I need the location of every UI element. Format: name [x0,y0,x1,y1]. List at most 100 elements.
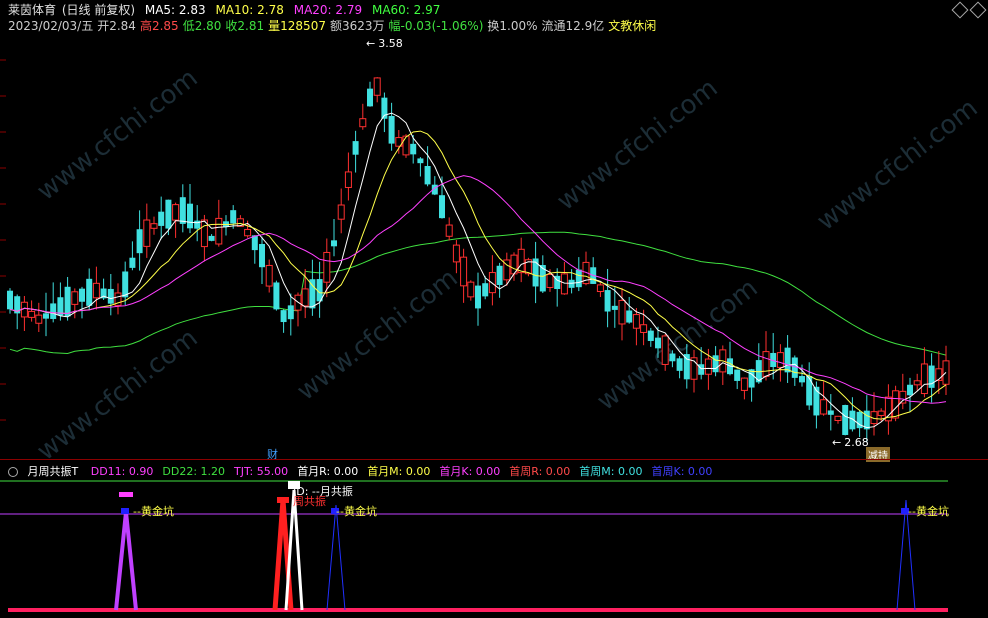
panel-divider [0,459,988,460]
weekly-k-spike [326,504,346,611]
candle-down [647,330,654,341]
candle-down [734,369,741,381]
candle-up [596,284,604,292]
candle-up [877,410,885,416]
high-price-mark: ← 3.58 [366,37,403,50]
candle-up [402,135,410,156]
candle-down [129,257,136,268]
candle-up [834,415,842,422]
candle-down [165,199,172,229]
candle-down [626,310,633,323]
candle-up [337,204,345,220]
candle-up [618,299,626,325]
candle-down [907,384,913,396]
candle-down [43,313,49,319]
ma5-line [9,112,947,429]
candle-down [280,310,287,323]
week-resonance-label: 周共振 [293,495,326,508]
candlestick-chart[interactable] [0,0,988,618]
candle-down [683,354,690,380]
candle-down [64,286,71,317]
candle-up [467,281,475,298]
candle-up [546,274,554,288]
candle-down [842,405,849,435]
candle-down [122,271,129,298]
indicator-param: 首周M: 0.00 [579,465,643,478]
indicator-param: TJT: 55.00 [234,465,289,478]
candle-up [215,217,223,245]
gold-pit-label-2: --黄金坑 [336,505,377,518]
candle-up [913,380,921,386]
candle-up [517,248,525,274]
indicator-header: 月周共振T DD11: 0.90 DD22: 1.20 TJT: 55.00 首月R:… [8,463,730,479]
candle-down [208,235,215,241]
candle-up [762,351,770,377]
candle-down [410,143,417,155]
candle-down [388,116,395,144]
candle-down [223,221,229,227]
settings-icon[interactable] [8,467,18,477]
candle-up [301,288,309,307]
candle-up [632,314,640,329]
candle-down [655,337,661,349]
candle-up [899,390,907,404]
candle-up [661,335,669,365]
candle-up [323,251,331,283]
candle-up [445,224,453,237]
candle-down [273,282,280,310]
candle-up [200,219,208,248]
candle-up [740,377,748,391]
candle-down [352,141,359,155]
candle-up [28,310,36,318]
indicator-name[interactable]: 月周共振T [28,465,79,478]
candle-down [827,410,834,415]
candle-down [287,305,294,320]
candle-up [344,171,352,188]
candle-up [920,363,928,395]
candle-up [776,352,784,368]
indicator-param: DD11: 0.90 [90,465,154,478]
candle-up [172,204,180,221]
candle-down [799,376,805,383]
candle-down [86,278,93,306]
candle-down [79,288,85,302]
gold-pit-label-1: --黄金坑 [133,505,174,518]
candle-up [244,229,252,237]
candle-down [849,410,856,430]
candle-down [439,195,445,219]
candle-down [676,358,683,371]
candle-down [50,303,57,319]
monthly-k-marker [119,492,133,497]
candle-up [640,324,648,333]
candle-down [575,269,582,288]
candle-down [669,353,676,362]
gold-pit-marker [121,508,129,514]
candle-down [611,305,618,310]
candle-down [367,88,373,107]
candle-down [251,235,258,251]
indicator-param: DD22: 1.20 [162,465,226,478]
candle-up [460,256,468,287]
candle-down [187,203,193,229]
indicator-param: 首周R: 0.00 [509,465,571,478]
indicator-param: 首月M: 0.00 [367,465,431,478]
gold-pit-label-3: --黄金坑 [908,505,949,518]
candle-down [331,240,337,247]
candle-up [359,118,367,128]
candle-up [92,282,100,299]
candle-down [107,288,114,304]
candle-up [820,399,828,415]
candle-down [482,283,489,297]
low-price-mark: ← 2.68 [832,436,869,449]
candle-down [7,290,13,310]
candle-down [496,265,503,286]
candle-up [892,390,900,419]
candle-down [806,376,813,406]
baseline-bar [8,608,948,612]
candle-up [373,77,381,96]
candle-down [604,290,611,312]
indicator-param: 首月K: 0.00 [439,465,501,478]
candle-down [712,355,719,373]
candle-up [452,244,460,263]
candle-up [35,314,43,324]
